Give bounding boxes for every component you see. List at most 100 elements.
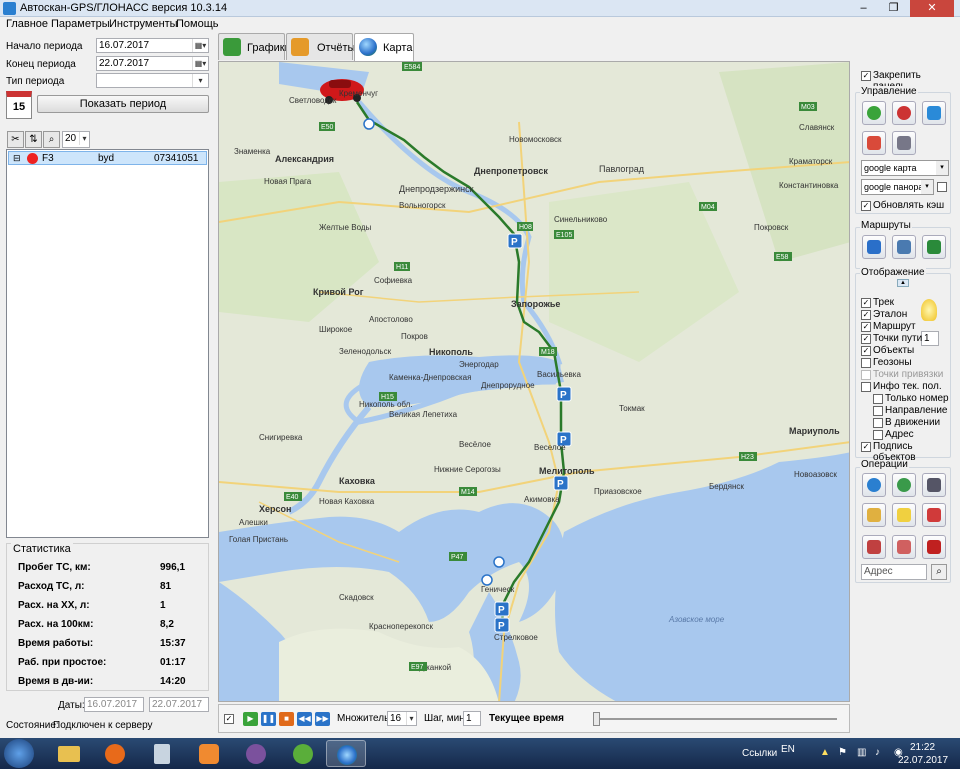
clock-time[interactable]: 21:22 [910,742,935,753]
tray-pdf-icon[interactable]: ▲ [820,747,830,758]
pause-icon[interactable]: ❚❚ [261,712,276,726]
chevron-down-icon[interactable]: ▾ [406,712,416,725]
display-option-checkbox[interactable] [873,430,883,440]
operation-button[interactable] [922,535,946,559]
route-list-button[interactable] [892,235,916,259]
fit-extent-button[interactable] [922,101,946,125]
playback-checkbox[interactable]: ✓ [224,714,234,724]
explorer-taskbar-icon[interactable] [48,740,88,767]
chevron-down-icon[interactable]: ▾ [79,132,89,145]
menu-main[interactable]: Главное [6,18,48,30]
media-player-taskbar-icon[interactable] [189,740,229,767]
time-slider-thumb[interactable] [593,712,600,726]
panorama-checkbox[interactable] [937,182,947,192]
viber-taskbar-icon[interactable] [236,740,276,767]
status-label: Состояние: [6,720,59,731]
tray-network-icon[interactable]: ▥ [857,747,866,758]
display-option-checkbox[interactable]: ✓ [861,298,871,308]
display-option-checkbox[interactable] [861,370,871,380]
page-size-select[interactable]: 20 ▾ [62,131,90,148]
address-input[interactable]: Адрес [861,564,927,580]
display-option-checkbox[interactable] [861,358,871,368]
expand-icon[interactable]: ⊟ [13,153,21,164]
multiplier-select[interactable]: 16 ▾ [387,711,417,726]
operation-button[interactable] [862,503,886,527]
operation-button[interactable] [892,473,916,497]
show-period-button[interactable]: Показать период [37,95,209,113]
map-canvas[interactable]: P P P P P P Светловодск Александрия Крем… [219,62,850,702]
display-option-checkbox[interactable] [873,418,883,428]
calendar-dropdown-icon[interactable]: ▦▾ [192,57,208,70]
lightbulb-icon[interactable] [921,299,937,321]
display-option-checkbox[interactable]: ✓ [861,334,871,344]
period-type-select[interactable]: ▾ [96,73,209,88]
operation-button[interactable] [862,473,886,497]
language-indicator[interactable]: EN [781,744,795,755]
play-icon[interactable]: ▶ [243,712,258,726]
autoscan-taskbar-icon[interactable] [326,740,366,767]
date-from-field[interactable]: 16.07.2017 [84,697,144,712]
step-forward-icon[interactable]: ▶▶ [315,712,330,726]
route-flag-button[interactable] [862,235,886,259]
step-input[interactable]: 1 [463,711,481,726]
menu-params[interactable]: Параметры [51,18,110,30]
route-save-button[interactable] [922,235,946,259]
display-option-checkbox[interactable] [873,394,883,404]
zoom-in-button[interactable] [862,101,886,125]
chevron-down-icon[interactable]: ▾ [921,180,933,194]
search-icon[interactable]: ⌕ [931,564,947,580]
calendar-dropdown-icon[interactable]: ▦▾ [192,39,208,52]
display-option-checkbox[interactable]: ✓ [861,310,871,320]
display-option-checkbox[interactable] [873,406,883,416]
map-view[interactable]: P P P P P P Светловодск Александрия Крем… [218,61,850,702]
city-label: Весёлое [459,440,491,449]
step-back-icon[interactable]: ◀◀ [297,712,312,726]
display-option-checkbox[interactable]: ✓ [861,346,871,356]
sort-az-icon[interactable]: ⇅ [25,131,42,148]
firefox-taskbar-icon[interactable] [95,740,135,767]
maximize-button[interactable]: ❐ [880,0,907,17]
tray-volume-icon[interactable]: ♪ [875,747,880,758]
settings-tool-icon[interactable]: ✂ [7,131,24,148]
tab-map[interactable]: Карта [354,33,414,61]
menu-tools[interactable]: Инструменты [109,18,178,30]
operation-button[interactable] [922,503,946,527]
utorrent-taskbar-icon[interactable] [283,740,323,767]
period-start-field[interactable]: 16.07.2017 ▦▾ [96,38,209,53]
operation-button[interactable] [922,473,946,497]
menu-help[interactable]: Помощь [176,18,219,30]
search-icon[interactable]: ⌕ [43,131,60,148]
tray-flag-icon[interactable]: ⚑ [838,747,847,758]
display-option-checkbox[interactable] [861,382,871,392]
clear-map-button[interactable] [862,131,886,155]
minimize-button[interactable]: – [850,0,877,17]
clock-date[interactable]: 22.07.2017 [898,755,948,766]
links-label[interactable]: Ссылки [742,748,777,759]
period-end-field[interactable]: 22.07.2017 ▦▾ [96,56,209,71]
display-option-checkbox[interactable]: ✓ [861,322,871,332]
waypoints-input[interactable]: 1 [921,331,939,346]
print-button[interactable] [892,131,916,155]
operation-button[interactable] [862,535,886,559]
tab-reports[interactable]: Отчёты [286,33,355,60]
panorama-select[interactable]: google панорам ▾ [861,179,934,195]
refresh-cache-checkbox[interactable]: ✓ [861,201,871,211]
display-option-checkbox[interactable]: ✓ [861,442,871,452]
operation-button[interactable] [892,535,916,559]
chevron-down-icon[interactable]: ▾ [936,161,948,175]
list-item[interactable]: ⊟ F3 byd 07341051 [8,151,207,165]
close-button[interactable]: ✕ [910,0,954,17]
operation-button[interactable] [892,503,916,527]
pin-panel-checkbox[interactable]: ✓ [861,71,871,81]
calculator-taskbar-icon[interactable] [142,740,182,767]
tab-charts[interactable]: Графики [218,33,291,60]
stop-icon[interactable]: ■ [279,712,294,726]
time-slider[interactable] [595,718,837,720]
collapse-icon[interactable]: ▲ [897,279,909,287]
zoom-out-button[interactable] [892,101,916,125]
status-value: Подключен к серверу [53,720,153,731]
date-to-field[interactable]: 22.07.2017 [149,697,209,712]
map-source-select[interactable]: google карта ▾ [861,160,949,176]
chevron-down-icon[interactable]: ▾ [192,74,208,87]
start-button-icon[interactable] [4,739,34,768]
